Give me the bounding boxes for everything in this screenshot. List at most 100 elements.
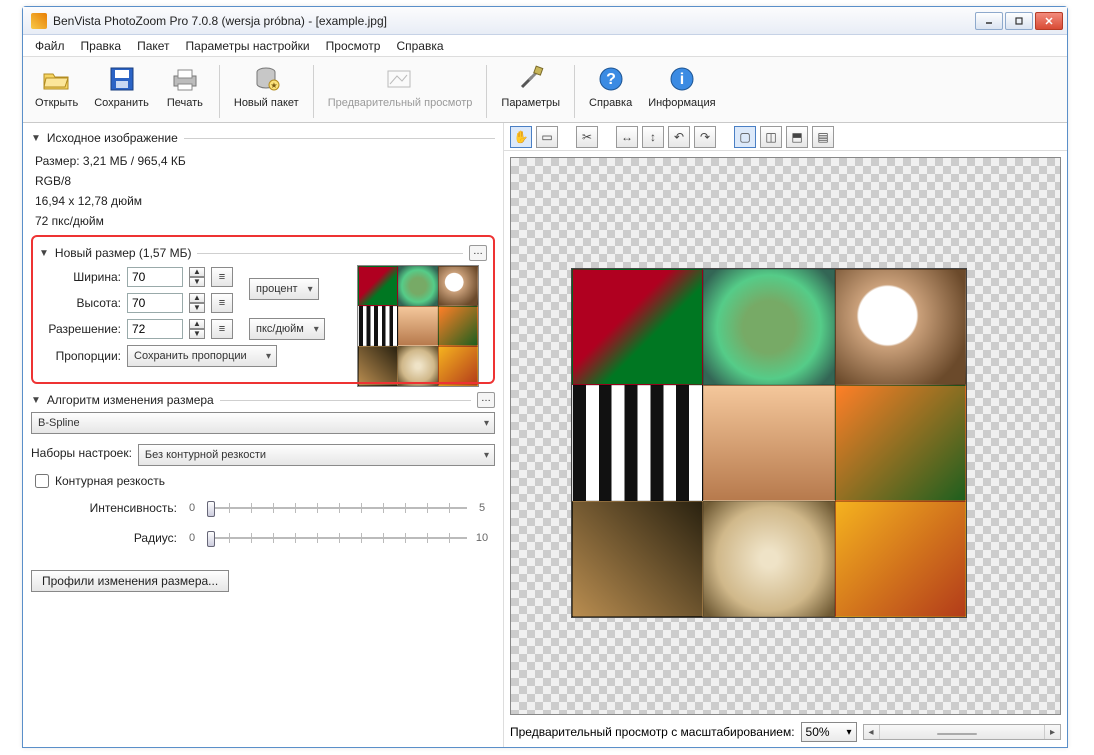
preview-panel: ✋ ▭ ✂ ↔ ↕ ↶ ↷ ▢ ◫ ⬒ ▤ [503,123,1067,747]
marquee-tool-button[interactable]: ▭ [536,126,558,148]
menu-help[interactable]: Справка [388,35,451,56]
view-single-icon: ▢ [739,130,750,144]
preview-button[interactable]: Предварительный просмотр [322,61,479,122]
preview-toolbar: ✋ ▭ ✂ ↔ ↕ ↶ ↷ ▢ ◫ ⬒ ▤ [504,123,1067,151]
split-h-icon: ◫ [765,130,776,144]
height-spinner[interactable]: ▲▼ [189,293,205,313]
aspect-label: Пропорции: [39,349,121,363]
svg-text:i: i [680,71,684,88]
intensity-slider[interactable] [207,498,467,518]
height-link-button[interactable]: ≡ [211,293,233,313]
menu-edit[interactable]: Правка [73,35,130,56]
open-label: Открыть [35,97,78,109]
left-panel: ▼ Исходное изображение Размер: 3,21 МБ /… [23,123,503,747]
source-size: Размер: 3,21 МБ / 965,4 КБ [35,151,495,171]
view-split-v-button[interactable]: ⬒ [786,126,808,148]
print-button[interactable]: Печать [159,61,211,122]
flip-v-button[interactable]: ↕ [642,126,664,148]
algo-title: Алгоритм изменения размера [47,393,214,407]
help-icon: ? [595,63,627,95]
open-button[interactable]: Открыть [29,61,84,122]
section-title: Исходное изображение [47,131,178,145]
help-button[interactable]: ? Справка [583,61,638,122]
floppy-icon [106,63,138,95]
horizontal-scrollbar[interactable]: ◂ ▸ [863,724,1061,740]
new-batch-button[interactable]: ★ Новый пакет [228,61,305,122]
view-split-h-button[interactable]: ◫ [760,126,782,148]
chevron-down-icon: ▼ [31,133,41,144]
unsharp-mask-checkbox[interactable] [35,474,49,488]
intensity-max: 5 [475,502,489,514]
params-button[interactable]: Параметры [495,61,566,122]
close-button[interactable] [1035,12,1063,30]
section-algorithm[interactable]: ▼ Алгоритм изменения размера … [31,392,495,408]
minimize-button[interactable] [975,12,1003,30]
hand-tool-button[interactable]: ✋ [510,126,532,148]
newsize-title: Новый размер (1,57 МБ) [55,246,192,260]
folder-open-icon [41,63,73,95]
info-button[interactable]: i Информация [642,61,721,122]
view-single-button[interactable]: ▢ [734,126,756,148]
height-input[interactable] [127,293,183,313]
menu-file[interactable]: Файл [27,35,73,56]
maximize-button[interactable] [1005,12,1033,30]
zoom-select[interactable]: 50% [801,722,857,742]
resize-profiles-button[interactable]: Профили изменения размера... [31,570,229,592]
chevron-down-icon: ▼ [39,248,49,259]
rotate-left-button[interactable]: ↶ [668,126,690,148]
tools-icon [515,63,547,95]
app-window: BenVista PhotoZoom Pro 7.0.8 (wersja pró… [22,6,1068,748]
menu-settings[interactable]: Параметры настройки [178,35,318,56]
algorithm-select[interactable]: B-Spline [31,412,495,434]
help-label: Справка [589,97,632,109]
preview-label: Предварительный просмотр [328,97,473,109]
preview-canvas[interactable] [510,157,1061,715]
flip-v-icon: ↕ [650,130,656,144]
rotate-right-button[interactable]: ↷ [694,126,716,148]
radius-label: Радиус: [37,531,177,545]
menu-bar: Файл Правка Пакет Параметры настройки Пр… [23,35,1067,57]
size-unit-select[interactable]: процент [249,278,319,300]
menu-batch[interactable]: Пакет [129,35,177,56]
svg-text:?: ? [606,71,616,88]
view-grid-button[interactable]: ▤ [812,126,834,148]
res-unit-select[interactable]: пкс/дюйм [249,318,325,340]
width-input[interactable] [127,267,183,287]
title-bar[interactable]: BenVista PhotoZoom Pro 7.0.8 (wersja pró… [23,7,1067,35]
scroll-right-button[interactable]: ▸ [1044,725,1060,739]
scroll-thumb[interactable] [937,733,977,735]
more-button[interactable]: … [469,245,487,261]
aspect-select[interactable]: Сохранить пропорции [127,345,277,367]
algo-more-button[interactable]: … [477,392,495,408]
params-label: Параметры [501,97,560,109]
radius-slider[interactable] [207,528,467,548]
width-link-button[interactable]: ≡ [211,267,233,287]
scroll-left-button[interactable]: ◂ [864,725,880,739]
radius-min: 0 [185,532,199,544]
printer-icon [169,63,201,95]
database-icon: ★ [250,63,282,95]
source-mode: RGB/8 [35,171,495,191]
app-icon [31,13,47,29]
width-spinner[interactable]: ▲▼ [189,267,205,287]
menu-view[interactable]: Просмотр [318,35,389,56]
unsharp-mask-label: Контурная резкость [55,474,165,488]
res-spinner[interactable]: ▲▼ [189,319,205,339]
crop-icon: ✂ [582,130,592,144]
source-info: Размер: 3,21 МБ / 965,4 КБ RGB/8 16,94 x… [35,151,495,231]
crop-tool-button[interactable]: ✂ [576,126,598,148]
save-button[interactable]: Сохранить [88,61,155,122]
intensity-min: 0 [185,502,199,514]
radius-max: 10 [475,532,489,544]
flip-h-button[interactable]: ↔ [616,126,638,148]
resolution-input[interactable] [127,319,183,339]
hand-icon: ✋ [514,130,529,144]
res-link-button[interactable]: ≡ [211,319,233,339]
preview-image [571,268,967,618]
presets-select[interactable]: Без контурной резкости [138,444,495,466]
marquee-icon: ▭ [541,130,552,144]
window-title: BenVista PhotoZoom Pro 7.0.8 (wersja pró… [53,14,975,28]
rotate-right-icon: ↷ [700,130,710,144]
rotate-left-icon: ↶ [674,130,684,144]
section-source-image[interactable]: ▼ Исходное изображение [31,131,495,145]
